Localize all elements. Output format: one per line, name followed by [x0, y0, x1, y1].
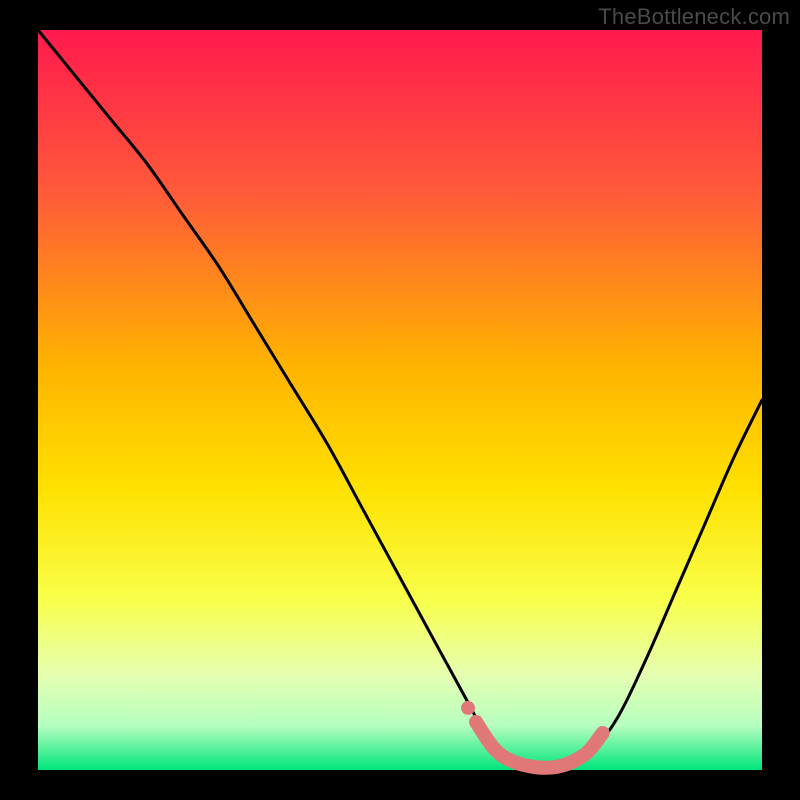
watermark-text: TheBottleneck.com: [598, 4, 790, 30]
highlight-start-dot: [461, 701, 475, 715]
bottleneck-chart: [0, 0, 800, 800]
plot-background: [38, 30, 762, 770]
chart-frame: TheBottleneck.com: [0, 0, 800, 800]
